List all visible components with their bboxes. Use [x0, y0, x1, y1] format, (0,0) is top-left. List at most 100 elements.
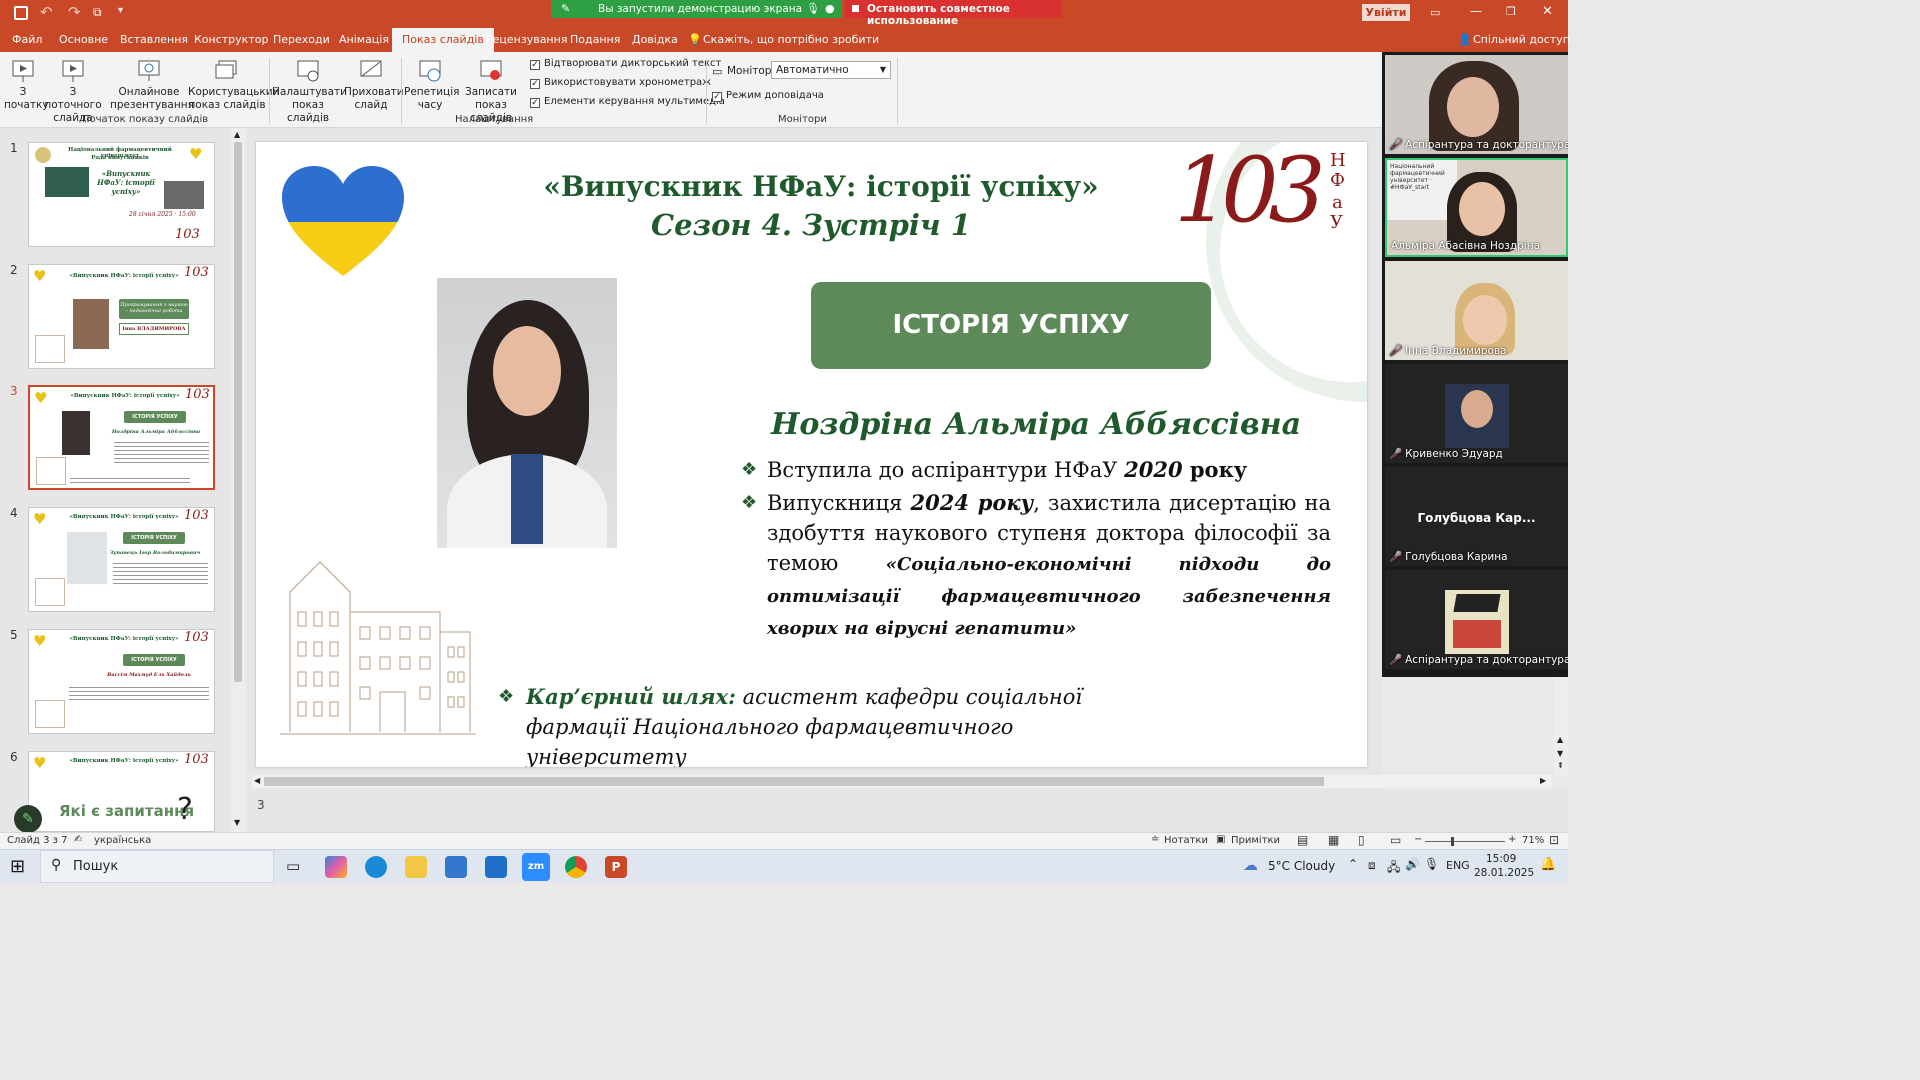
slide-thumbnail-5[interactable]: ♥ «Випускник НФаУ: історії успіху» 103 І…	[28, 629, 215, 734]
video-tile[interactable]: 🎤̸Аспірантура та докторантура Н...	[1385, 570, 1568, 669]
slide-thumbnail-1[interactable]: Національний фармацевтичний університет …	[28, 142, 215, 247]
ribbon-display-icon[interactable]: ▭	[1430, 6, 1440, 19]
scroll-down-icon[interactable]: ▼	[1557, 749, 1563, 758]
weather-text[interactable]: 5°C Cloudy	[1268, 859, 1335, 873]
slideshow-view-icon[interactable]: ▭	[1390, 833, 1401, 847]
tell-me-search[interactable]: Скажіть, що потрібно зробити	[703, 28, 879, 52]
prev-slide-icon[interactable]: ⇞	[1557, 761, 1564, 770]
slide-sorter-icon[interactable]: ▦	[1328, 833, 1339, 847]
reading-view-icon[interactable]: ▯	[1358, 833, 1365, 847]
tab-review[interactable]: Рецензування	[486, 28, 567, 52]
university-building-sketch	[280, 561, 476, 735]
tab-slideshow[interactable]: Показ слайдів	[392, 28, 494, 52]
tab-transitions[interactable]: Переходи	[273, 28, 330, 52]
slide-thumbnail-3[interactable]: ♥ «Випускник НФаУ: історії успіху» 103 І…	[28, 385, 215, 490]
input-language[interactable]: ENG	[1446, 859, 1470, 872]
zoom-level[interactable]: 71%	[1522, 835, 1544, 846]
save-icon[interactable]	[14, 6, 28, 20]
present-icon[interactable]: ⧉	[93, 5, 102, 20]
close-icon[interactable]: ✕	[1542, 4, 1553, 19]
mail-icon[interactable]	[485, 856, 507, 878]
video-tile[interactable]: 🎤̸ Кривенко Эдуард	[1385, 364, 1568, 463]
scroll-down-icon[interactable]: ▼	[234, 818, 240, 827]
notifications-icon[interactable]: 🔔	[1540, 857, 1556, 872]
zoom-app-icon[interactable]: zm	[522, 853, 550, 881]
ukraine-heart-icon	[282, 166, 404, 276]
monitor-select[interactable]: Автоматично ▼	[771, 61, 891, 79]
undo-icon[interactable]: ↶	[40, 3, 53, 21]
edge-icon[interactable]	[365, 856, 387, 878]
hide-slide-button[interactable]: Приховати слайд	[344, 58, 404, 112]
scroll-thumb[interactable]	[234, 142, 242, 682]
mic-icon[interactable]: 🎙	[806, 2, 820, 15]
video-tile-active[interactable]: Національний фармацевтичний університет …	[1385, 158, 1568, 257]
video-tile[interactable]: 🎤̸Аспірантура та докторантура Н...	[1385, 55, 1568, 154]
tray-app-icon[interactable]: ⧈	[1368, 858, 1376, 873]
file-explorer-icon[interactable]	[405, 856, 427, 878]
slide-thumbnail-6[interactable]: ♥ «Випускник НФаУ: історії успіху» 103 Я…	[28, 751, 215, 832]
redo-icon[interactable]: ↷	[68, 3, 81, 21]
mic-icon[interactable]: 🎙	[1424, 857, 1439, 871]
tab-help[interactable]: Довідка	[632, 28, 678, 52]
media-controls-checkbox[interactable]: ✓ Елементи керування мультимедіа	[530, 96, 725, 108]
windows-start-icon[interactable]: ⊞	[10, 856, 25, 877]
customize-qat-icon[interactable]: ▾	[118, 5, 123, 16]
volume-icon[interactable]: 🔊	[1405, 857, 1420, 871]
video-tile[interactable]: 🎤̸ Інна Владимирова	[1385, 261, 1568, 360]
online-present-button[interactable]: Онлайнове презентування	[110, 58, 194, 112]
comments-button[interactable]: Примітки	[1231, 835, 1280, 846]
fit-slide-icon[interactable]: ⊡	[1549, 833, 1559, 847]
notes-button[interactable]: Нотатки	[1164, 835, 1208, 846]
vertical-scrollbar[interactable]: ▲ ▼ ⇞	[1554, 677, 1568, 777]
signin-button[interactable]: Увійти	[1362, 4, 1410, 21]
network-icon[interactable]: 🖧	[1387, 858, 1400, 879]
taskbar-search[interactable]: ⚲ Пошук	[40, 850, 274, 883]
normal-view-icon[interactable]: ▤	[1297, 833, 1308, 847]
minimize-icon[interactable]: —	[1470, 4, 1482, 18]
notes-pane[interactable]: 3	[247, 790, 1568, 832]
task-view-icon[interactable]: ▭	[286, 857, 300, 875]
scroll-right-icon[interactable]: ▶	[1540, 776, 1546, 785]
notes-text[interactable]: 3	[257, 798, 265, 812]
custom-show-button[interactable]: Користувацький показ слайдів	[188, 58, 279, 112]
tab-design[interactable]: Конструктор	[194, 28, 268, 52]
clock-date[interactable]: 28.01.2025	[1474, 867, 1534, 879]
share-button[interactable]: Спільний доступ	[1473, 28, 1570, 52]
powerpoint-icon[interactable]: P	[605, 856, 627, 878]
tab-home[interactable]: Основне	[59, 28, 108, 52]
zoom-slider[interactable]	[1425, 841, 1505, 842]
setup-show-button[interactable]: Налаштувати показ слайдів	[272, 58, 347, 125]
tab-insert[interactable]: Вставлення	[120, 28, 188, 52]
tab-view[interactable]: Подання	[570, 28, 620, 52]
maximize-icon[interactable]: ❐	[1506, 5, 1516, 18]
copilot-icon[interactable]	[325, 856, 347, 878]
scroll-thumb[interactable]	[264, 777, 1324, 786]
presenter-view-checkbox[interactable]: ✓ Режим доповідача	[712, 90, 824, 102]
slide-thumbnail-2[interactable]: ♥ «Випускник НФаУ: історії успіху» 103 П…	[28, 264, 215, 369]
timings-checkbox[interactable]: ✓ Використовувати хронометраж	[530, 77, 711, 89]
zoom-slider-thumb[interactable]	[1451, 837, 1454, 846]
tab-animations[interactable]: Анімація	[339, 28, 389, 52]
zoom-out-icon[interactable]: −	[1414, 834, 1422, 845]
language-indicator[interactable]: українська	[94, 835, 151, 846]
stop-share-button[interactable]: Остановить совместное использование	[845, 0, 1062, 27]
narration-checkbox[interactable]: ✓ Відтворювати дикторський текст	[530, 58, 721, 70]
chevron-up-icon[interactable]: ⌃	[1348, 857, 1358, 871]
tab-file[interactable]: Файл	[12, 28, 42, 52]
scroll-up-icon[interactable]: ▲	[1557, 735, 1563, 744]
thumbnail-scrollbar[interactable]: ▲ ▼	[231, 128, 245, 832]
rehearse-button[interactable]: Репетиція часу	[404, 58, 459, 112]
slide-canvas[interactable]: «Випускник НФаУ: історії успіху» Сезон 4…	[256, 142, 1367, 767]
slide-thumbnail-4[interactable]: ♥ «Випускник НФаУ: історії успіху» 103 І…	[28, 507, 215, 612]
video-tile[interactable]: Голубцова Кар... 🎤̸ Голубцова Карина	[1385, 467, 1568, 566]
clock-time[interactable]: 15:09	[1486, 853, 1516, 865]
horizontal-scrollbar[interactable]: ◀ ▶	[252, 775, 1552, 788]
scroll-left-icon[interactable]: ◀	[254, 776, 260, 785]
scroll-up-icon[interactable]: ▲	[234, 130, 240, 139]
store-icon[interactable]	[445, 856, 467, 878]
pen-tool-icon[interactable]: ✎	[14, 805, 42, 833]
chrome-icon[interactable]	[565, 856, 587, 878]
from-start-button[interactable]: З початку	[4, 58, 49, 112]
zoom-in-icon[interactable]: +	[1508, 834, 1516, 845]
spellcheck-icon[interactable]: ✍	[74, 834, 82, 845]
